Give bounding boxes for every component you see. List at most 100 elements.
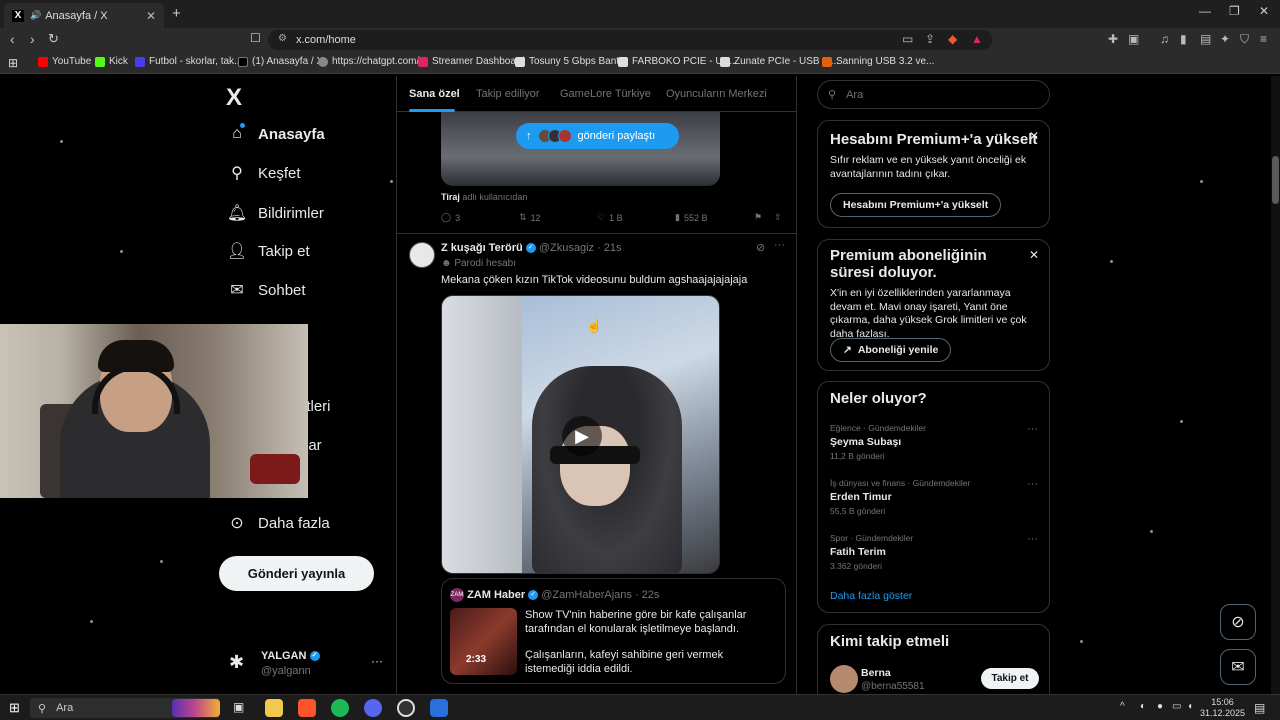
like-button[interactable]: ♡ 1 B [597, 212, 623, 223]
share-icon[interactable]: ⇪ [925, 32, 935, 46]
leo-icon[interactable]: ✦ [1220, 32, 1230, 46]
vpn-icon[interactable]: ⛉ [1240, 32, 1249, 47]
task-view-icon[interactable]: ▣ [233, 700, 244, 714]
tab-following[interactable]: Takip ediliyor [476, 88, 540, 100]
brave-rewards-icon[interactable]: ▲ [971, 32, 983, 46]
search-input[interactable]: ⚲ Ara [817, 80, 1050, 109]
file-explorer-icon[interactable] [265, 699, 283, 717]
apps-grid-icon[interactable]: ⊞ [8, 56, 18, 70]
taskbar-clock[interactable]: 15:06 31.12.2025 [1200, 697, 1245, 719]
trend-item[interactable]: Eğlence · Gündemdekiler Şeyma Subaşı 11,… [830, 423, 1040, 461]
suggested-user-handle[interactable]: @berna55581 [861, 681, 925, 692]
microphone-icon[interactable]: ● [1157, 701, 1163, 712]
tray-app-icon[interactable]: ◐ [1140, 701, 1146, 712]
brave-browser-icon[interactable] [298, 699, 316, 717]
suggested-user-name[interactable]: Berna [861, 667, 891, 679]
renew-subscription-button[interactable]: ↗ Aboneliği yenile [830, 338, 952, 362]
brave-shield-icon[interactable]: ◆ [948, 32, 957, 46]
screenshot-icon[interactable]: ▣ [1128, 32, 1139, 46]
tab-close-icon[interactable]: ✕ [146, 9, 156, 23]
media-icon[interactable]: ♫ [1160, 32, 1169, 46]
post-author-name[interactable]: Z kuşağı Terörü [441, 242, 523, 254]
bookmark-chatgpt[interactable]: https://chatgpt.com/ [318, 56, 419, 67]
bookmark-icon[interactable]: ☐ [250, 31, 261, 45]
sidebar-item-label: Sohbet [258, 281, 306, 299]
spotify-icon[interactable] [331, 699, 349, 717]
play-icon[interactable]: ▶ [562, 416, 602, 456]
tab-for-you[interactable]: Sana özel [409, 88, 460, 100]
restore-button[interactable]: ❐ [1229, 4, 1240, 18]
show-more-link[interactable]: Daha fazla göster [830, 590, 912, 602]
trend-more-icon[interactable]: ··· [1027, 478, 1038, 490]
bookmark-streamer-dashboard[interactable]: Streamer Dashboard [418, 56, 525, 67]
avatar[interactable]: ✱ [229, 652, 251, 674]
forward-button[interactable]: › [30, 31, 35, 47]
site-info-icon[interactable]: ⚙ [278, 33, 287, 44]
messages-button[interactable]: ✉ [1220, 649, 1256, 685]
wallet-icon[interactable]: ▤ [1200, 32, 1211, 46]
avatar[interactable] [830, 665, 858, 693]
notifications-icon[interactable]: ▤ [1254, 701, 1265, 715]
quoted-post[interactable]: ZAM ZAM Haber ✓ @ZamHaberAjans · 22s 2:3… [441, 578, 786, 684]
trend-more-icon[interactable]: ··· [1027, 533, 1038, 545]
windows-start-icon[interactable]: ⊞ [9, 700, 20, 716]
sidebar-item-explore[interactable]: ⚲ Keşfet [228, 164, 300, 183]
upgrade-premium-button[interactable]: Hesabını Premium+'a yükselt [830, 193, 1002, 217]
post-header: Z kuşağı Terörü ✓ @Zkusagiz · 21s [441, 242, 622, 254]
sidebar-item-follow[interactable]: 👤︎ Takip et [227, 242, 310, 261]
grok-button[interactable]: ⊘ [1220, 604, 1256, 640]
bookmark-tosuny[interactable]: Tosuny 5 Gbps Bant... [515, 56, 627, 67]
network-icon[interactable]: ▭ [1172, 701, 1181, 712]
new-posts-pill[interactable]: ↑ gönderi paylaştı [516, 123, 679, 149]
sidebar-item-more[interactable]: ⊙ Daha fazla [228, 514, 329, 533]
window-close-button[interactable]: ✕ [1259, 4, 1269, 18]
post-handle[interactable]: @Zkusagiz [539, 242, 594, 254]
close-icon[interactable]: ✕ [1029, 248, 1039, 262]
account-menu-icon[interactable]: ··· [371, 654, 383, 668]
new-tab-button[interactable]: + [172, 5, 181, 22]
tab-gamelore[interactable]: GameLore Türkiye [560, 88, 651, 100]
trend-item[interactable]: İş dünyası ve finans · Gündemdekiler Erd… [830, 478, 1040, 516]
scrollbar-thumb[interactable] [1272, 156, 1279, 204]
grok-icon[interactable]: ⊘ [756, 241, 765, 254]
sidebar-item-home[interactable]: ⌂ Anasayfa [228, 123, 325, 143]
bookmark-kick[interactable]: Kick [95, 56, 128, 67]
bookmark-button[interactable]: ⚑ [754, 212, 762, 223]
x-logo[interactable]: X [226, 84, 242, 112]
tray-chevron-icon[interactable]: ^ [1120, 701, 1125, 712]
sidebar-item-notifications[interactable]: 🔔︎ Bildirimler [227, 204, 324, 223]
reply-button[interactable]: ◯ 3 [441, 212, 460, 223]
avatar[interactable] [409, 242, 435, 268]
browser-tab[interactable]: X 🔊 Anasayfa / X ✕ [4, 3, 164, 28]
repost-button[interactable]: ⇅ 12 [519, 212, 541, 223]
post-button[interactable]: Gönderi yayınla [219, 556, 374, 591]
volume-icon[interactable]: ◖ [1187, 701, 1193, 712]
bookmark-sanning[interactable]: Sanning USB 3.2 ve... [822, 56, 934, 67]
discord-icon[interactable] [364, 699, 382, 717]
menu-icon[interactable]: ≡ [1260, 32, 1267, 46]
sidebar-icon[interactable]: ▮ [1180, 32, 1187, 46]
trend-more-icon[interactable]: ··· [1027, 423, 1038, 435]
bookmark-youtube[interactable]: YouTube [38, 56, 91, 67]
extensions-icon[interactable]: ✚ [1108, 32, 1118, 46]
minimize-button[interactable]: — [1199, 4, 1211, 18]
post-time[interactable]: · 21s [597, 242, 621, 254]
sidebar-item-chat[interactable]: ✉ Sohbet [228, 281, 306, 300]
cast-icon[interactable]: ▭ [902, 32, 913, 46]
back-button[interactable]: ‹ [10, 31, 15, 47]
bookmark-futbol[interactable]: Futbol - skorlar, tak... [135, 56, 242, 67]
obs-icon[interactable] [397, 699, 415, 717]
search-highlight-image[interactable] [172, 699, 220, 717]
trend-item[interactable]: Spor · Gündemdekiler Fatih Terim 3.362 g… [830, 533, 1040, 571]
views-button[interactable]: ▮ 552 B [675, 212, 707, 223]
post-more-icon[interactable]: ··· [774, 239, 785, 251]
app-icon[interactable] [430, 699, 448, 717]
follow-button[interactable]: Takip et [981, 668, 1039, 689]
close-icon[interactable]: ✕ [1029, 129, 1039, 143]
tab-oyuncularin-merkezi[interactable]: Oyuncuların Merkezi [666, 88, 767, 100]
reload-button[interactable]: ↻ [48, 31, 59, 47]
url-field[interactable]: ⚙ x.com/home [268, 30, 992, 50]
bookmark-x-home[interactable]: (1) Anasayfa / X [238, 56, 323, 67]
post-video[interactable]: ▶ [441, 295, 720, 574]
share-button[interactable]: ⇧ [774, 212, 782, 223]
